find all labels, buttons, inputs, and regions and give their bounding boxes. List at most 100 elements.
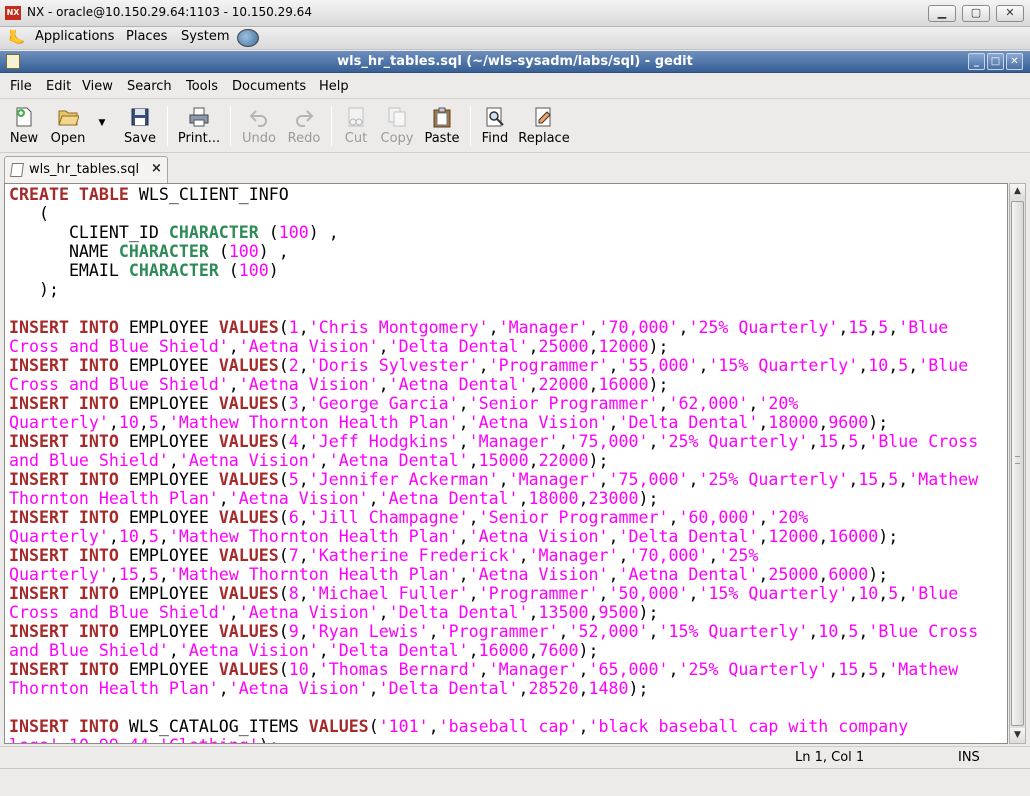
code-token: , xyxy=(458,432,469,451)
code-line: INSERT INTO EMPLOYEE VALUES(3,'George Ga… xyxy=(9,394,978,413)
code-token: EMPLOYEE xyxy=(118,470,219,489)
code-token: 'Delta Dental' xyxy=(328,641,469,660)
code-token: , xyxy=(518,546,529,565)
paste-button[interactable]: Paste xyxy=(423,104,461,150)
code-token: , xyxy=(378,603,389,622)
menu-search[interactable]: Search xyxy=(127,79,172,94)
code-token: '101' xyxy=(378,717,429,736)
code-token: ); xyxy=(868,413,889,432)
code-line: and Blue Shield','Aetna Vision','Aetna D… xyxy=(9,451,978,470)
open-button[interactable]: Open xyxy=(49,104,87,150)
replace-button[interactable]: Replace xyxy=(517,104,571,150)
code-token: VALUES xyxy=(308,717,369,736)
code-line: ( xyxy=(9,204,978,223)
code-token: 'Mathew Thornton Health Plan' xyxy=(168,413,459,432)
nx-logo-icon: NX xyxy=(5,6,21,20)
menu-help[interactable]: Help xyxy=(319,79,349,94)
gedit-minimize-button[interactable]: _ xyxy=(968,53,985,70)
nx-window-title: NX - oracle@10.150.29.64:1103 - 10.150.2… xyxy=(27,5,312,19)
code-token: 15 xyxy=(118,565,139,584)
code-token: ); xyxy=(868,565,889,584)
code-token: VALUES xyxy=(218,622,279,641)
cut-label: Cut xyxy=(344,131,368,146)
code-token: 'Blue Cross xyxy=(868,622,979,641)
code-token: '60,000' xyxy=(678,508,759,527)
code-token: , xyxy=(378,337,389,356)
code-line: Cross and Blue Shield','Aetna Vision','D… xyxy=(9,603,978,622)
code-token: ); xyxy=(648,337,669,356)
scrollbar-thumb[interactable] xyxy=(1011,201,1024,726)
gedit-window-titlebar: wls_hr_tables.sql (~/wls-sysadm/labs/sql… xyxy=(0,51,1030,73)
code-token: 'Aetna Dental' xyxy=(388,375,529,394)
code-token: EMPLOYEE xyxy=(118,660,219,679)
print-button[interactable]: Print... xyxy=(177,104,221,150)
code-token: EMAIL xyxy=(9,261,129,280)
code-token: 5 xyxy=(898,356,909,375)
code-line: Quarterly',10,5,'Mathew Thornton Health … xyxy=(9,413,978,432)
code-token: , xyxy=(858,432,869,451)
code-token: 'Blue xyxy=(898,318,949,337)
code-token: , xyxy=(298,546,309,565)
gnome-foot-icon[interactable]: 🦶 xyxy=(8,30,25,46)
vertical-scrollbar[interactable]: ▲ ▼ xyxy=(1009,183,1026,744)
code-token: , xyxy=(578,660,589,679)
tab-wls-hr-tables[interactable]: wls_hr_tables.sql × xyxy=(4,156,168,183)
code-token: 22000 xyxy=(538,375,589,394)
code-token: 'Programmer' xyxy=(488,356,609,375)
panel-system-menu[interactable]: System xyxy=(181,29,229,44)
panel-places-menu[interactable]: Places xyxy=(126,29,167,44)
tab-close-icon[interactable]: × xyxy=(151,161,162,176)
code-token: '70,000' xyxy=(598,318,679,337)
save-button[interactable]: Save xyxy=(121,104,159,150)
toolbar-separator xyxy=(470,106,471,146)
text-editor-area[interactable]: CREATE TABLE WLS_CLIENT_INFO ( CLIENT_ID… xyxy=(4,183,1008,744)
code-token: 'Chris Montgomery' xyxy=(308,318,489,337)
code-token: ( xyxy=(278,622,289,641)
panel-applications-menu[interactable]: Applications xyxy=(35,29,114,44)
code-token: 'Manager' xyxy=(528,546,619,565)
code-token: ); xyxy=(588,451,609,470)
code-token: , xyxy=(838,622,849,641)
code-token: 'Mathew xyxy=(908,470,979,489)
code-token: , xyxy=(528,603,539,622)
code-token: Thornton Health Plan' xyxy=(9,489,219,508)
code-token: 'Programmer' xyxy=(438,622,559,641)
code-token: , xyxy=(888,356,899,375)
undo-button[interactable]: Undo xyxy=(240,104,278,150)
code-token: , xyxy=(518,489,529,508)
nx-maximize-button[interactable]: ▢ xyxy=(962,5,990,22)
code-token: , xyxy=(858,622,869,641)
gedit-maximize-button[interactable]: □ xyxy=(987,53,1004,70)
nx-minimize-button[interactable]: ▁ xyxy=(928,5,956,22)
open-recent-dropdown[interactable]: ▼ xyxy=(95,104,109,150)
find-button[interactable]: Find xyxy=(479,104,511,150)
scroll-up-icon[interactable]: ▲ xyxy=(1010,184,1025,199)
menu-documents[interactable]: Documents xyxy=(232,79,306,94)
code-token: , xyxy=(158,527,169,546)
menu-tools[interactable]: Tools xyxy=(186,79,218,94)
menu-file[interactable]: File xyxy=(10,79,32,94)
gedit-close-button[interactable]: ✕ xyxy=(1006,53,1023,70)
code-token: , xyxy=(688,584,699,603)
scroll-down-icon[interactable]: ▼ xyxy=(1010,728,1025,743)
code-line: INSERT INTO EMPLOYEE VALUES(10,'Thomas B… xyxy=(9,660,978,679)
code-token: '25% xyxy=(718,546,759,565)
code-token: '25% Quarterly' xyxy=(698,470,849,489)
code-token: , xyxy=(758,527,769,546)
cut-button[interactable]: Cut xyxy=(339,104,373,150)
code-token: INSERT INTO xyxy=(9,394,119,413)
code-token: Cross and Blue Shield' xyxy=(9,337,229,356)
code-token: , xyxy=(428,717,439,736)
copy-button[interactable]: Copy xyxy=(378,104,416,150)
new-button[interactable]: New xyxy=(6,104,42,150)
code-token: , xyxy=(168,451,179,470)
code-token: Cross and Blue Shield' xyxy=(9,375,229,394)
code-token: ); xyxy=(628,679,649,698)
menu-view[interactable]: View xyxy=(82,79,113,94)
toolbar-separator xyxy=(167,106,168,146)
network-icon[interactable] xyxy=(237,29,259,47)
nx-close-button[interactable]: ✕ xyxy=(996,5,1024,22)
menu-edit[interactable]: Edit xyxy=(46,79,71,94)
redo-button[interactable]: Redo xyxy=(285,104,323,150)
code-token: 1480 xyxy=(588,679,629,698)
